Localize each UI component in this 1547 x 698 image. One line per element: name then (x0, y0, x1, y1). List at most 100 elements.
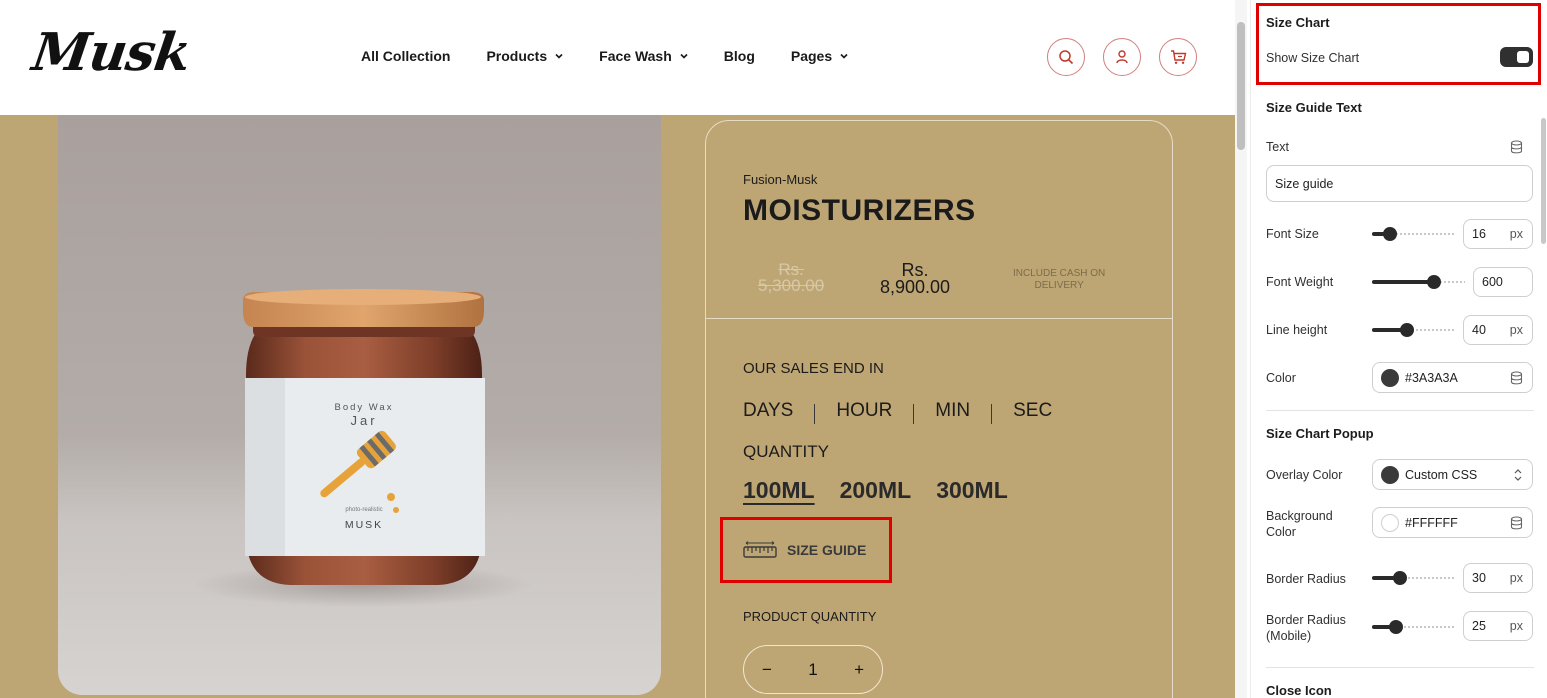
text-field-label: Text (1266, 140, 1289, 154)
ruler-icon (743, 541, 777, 558)
line-height-slider[interactable] (1372, 322, 1456, 338)
main-nav: All Collection Products Face Wash Blog P… (361, 48, 884, 64)
background-color-value: #FFFFFF (1405, 515, 1458, 530)
nav-item-blog[interactable]: Blog (724, 48, 755, 64)
background-color-label-line2: Color (1266, 525, 1296, 539)
sale-price-amount: 8,900.00 (880, 277, 951, 297)
product-quantity-label: PRODUCT QUANTITY (743, 609, 877, 624)
nav-item-label: Pages (790, 48, 833, 64)
decrement-button[interactable]: − (762, 660, 772, 680)
countdown-days: DAYS (743, 400, 794, 421)
unit-label: px (1509, 571, 1523, 585)
nav-item-face-wash[interactable]: Face Wash (599, 48, 688, 64)
color-swatch (1381, 368, 1399, 387)
quantity-stepper: − 1 + (743, 645, 883, 694)
nav-item-label: All Collection (361, 48, 451, 64)
border-radius-mobile-input[interactable]: 25 px (1463, 611, 1533, 641)
unit-label: px (1509, 323, 1523, 337)
font-weight-input[interactable]: 600 (1473, 267, 1533, 297)
section-heading-size-guide-text: Size Guide Text (1266, 100, 1362, 115)
font-size-label: Font Size (1266, 227, 1319, 241)
unit-label: px (1509, 619, 1523, 633)
color-swatch (1381, 513, 1399, 532)
jar-label-line3: photo-realistic (345, 507, 382, 513)
account-button[interactable] (1103, 38, 1141, 76)
user-icon (1116, 50, 1128, 64)
divider (991, 404, 993, 424)
font-weight-value: 600 (1482, 275, 1503, 289)
database-icon[interactable] (1510, 140, 1523, 154)
color-picker[interactable]: #3A3A3A (1372, 362, 1533, 393)
countdown-seconds: SEC (1013, 400, 1053, 421)
cart-icon (1170, 50, 1186, 64)
divider (1266, 667, 1534, 668)
variant-option-100ml[interactable]: 100ML (743, 477, 815, 504)
border-radius-mobile-label: Border Radius (Mobile) (1266, 612, 1346, 644)
size-guide-text-value: Size guide (1275, 176, 1334, 191)
border-radius-label: Border Radius (1266, 572, 1346, 586)
divider (913, 404, 915, 424)
overlay-color-select[interactable]: Custom CSS (1372, 459, 1533, 490)
compare-at-amount: 5,300.00 (758, 276, 825, 295)
cart-button[interactable] (1159, 38, 1197, 76)
line-height-input[interactable]: 40 px (1463, 315, 1533, 345)
database-icon[interactable] (1510, 515, 1523, 530)
font-size-input[interactable]: 16 px (1463, 219, 1533, 249)
compare-at-price: Rs. 5,300.00 (758, 261, 825, 295)
preview-scrollbar-thumb[interactable] (1237, 22, 1245, 150)
color-value: #3A3A3A (1405, 370, 1458, 385)
section-heading-close-icon: Close Icon (1266, 683, 1332, 698)
cod-note-line2: DELIVERY (1034, 280, 1084, 291)
size-guide-text-input[interactable]: Size guide (1266, 165, 1533, 202)
border-radius-value: 30 (1472, 571, 1486, 585)
cod-note: INCLUDE CASH ON DELIVERY (1013, 268, 1105, 292)
border-radius-mobile-slider[interactable] (1372, 619, 1456, 635)
quantity-label: QUANTITY (743, 442, 829, 461)
panel-scrollbar-thumb[interactable] (1541, 118, 1546, 244)
section-heading-size-chart-popup: Size Chart Popup (1266, 426, 1374, 441)
line-height-value: 40 (1472, 323, 1486, 337)
jar-illustration: Body Wax Jar photo-realistic MUSK (193, 289, 533, 607)
border-radius-input[interactable]: 30 px (1463, 563, 1533, 593)
search-button[interactable] (1047, 38, 1085, 76)
variant-picker: 100ML 200ML 300ML (743, 477, 1008, 504)
border-radius-mobile-label-line2: (Mobile) (1266, 629, 1312, 643)
line-height-label: Line height (1266, 323, 1328, 337)
nav-item-all-collection[interactable]: All Collection (361, 48, 450, 64)
jar-label-line2: Jar (350, 413, 377, 428)
font-weight-slider[interactable] (1372, 274, 1465, 290)
increment-button[interactable]: + (854, 660, 864, 680)
show-size-chart-label: Show Size Chart (1266, 51, 1360, 65)
size-guide-link[interactable]: SIZE GUIDE (743, 540, 866, 560)
search-icon (1059, 50, 1074, 65)
variant-option-200ml[interactable]: 200ML (840, 477, 912, 504)
border-radius-mobile-value: 25 (1472, 619, 1486, 633)
nav-item-pages[interactable]: Pages (791, 48, 848, 64)
overlay-color-label: Overlay Color (1266, 468, 1343, 482)
chevron-down-icon (680, 53, 688, 59)
sale-price: Rs. 8,900.00 (880, 261, 951, 297)
chevron-down-icon (840, 53, 848, 59)
product-image: Body Wax Jar photo-realistic MUSK (58, 115, 661, 695)
site-logo[interactable]: Musk (29, 22, 194, 83)
unit-label: px (1509, 227, 1523, 241)
color-swatch (1381, 465, 1399, 484)
background-color-picker[interactable]: #FFFFFF (1372, 507, 1533, 538)
font-size-slider[interactable] (1372, 226, 1456, 242)
border-radius-slider[interactable] (1372, 570, 1456, 586)
countdown-hours: HOUR (836, 400, 893, 421)
divider (814, 404, 816, 424)
jar-label-brand: MUSK (345, 519, 383, 531)
nav-item-products[interactable]: Products (486, 48, 563, 64)
product-title: MOISTURIZERS (743, 194, 976, 227)
site-header: Musk All Collection Products Face Wash B… (0, 0, 1235, 115)
show-size-chart-toggle[interactable] (1500, 47, 1533, 67)
quantity-value[interactable]: 1 (808, 660, 817, 680)
background-color-label-line1: Background (1266, 509, 1333, 523)
store-preview: Musk All Collection Products Face Wash B… (0, 0, 1235, 698)
section-heading-size-chart: Size Chart (1266, 15, 1330, 30)
countdown-timer: DAYS HOUR MIN SEC (743, 398, 1052, 424)
database-icon[interactable] (1510, 370, 1523, 385)
variant-option-300ml[interactable]: 300ML (936, 477, 1008, 504)
cod-note-line1: INCLUDE CASH ON (1013, 268, 1106, 279)
